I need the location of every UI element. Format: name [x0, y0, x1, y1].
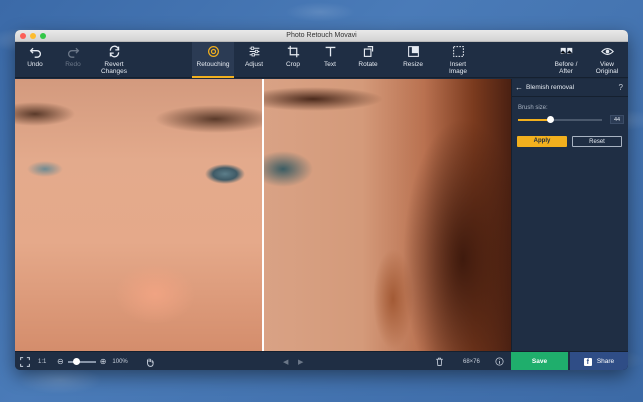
delete-button[interactable] — [435, 352, 444, 370]
brush-size-label: Brush size: — [518, 105, 548, 111]
before-after-button[interactable]: Before / After — [548, 42, 584, 78]
window-title: Photo Retouch Movavi — [286, 32, 357, 39]
redo-button[interactable]: Redo — [59, 42, 87, 78]
panel-buttons: Apply Reset — [517, 136, 628, 147]
zoom-window-button[interactable] — [40, 33, 46, 39]
tab-crop[interactable]: Crop — [278, 42, 308, 78]
revert-icon — [109, 45, 119, 58]
back-arrow-icon[interactable]: ← — [512, 83, 526, 92]
brush-size-slider[interactable] — [518, 115, 602, 123]
view-original-button[interactable]: View Original — [590, 42, 624, 78]
trash-icon — [436, 357, 443, 366]
hand-icon — [147, 358, 154, 367]
brush-size-handle[interactable] — [546, 115, 554, 123]
minimize-window-button[interactable] — [30, 33, 36, 39]
app-window: Photo Retouch Movavi Undo Redo Revert Ch… — [15, 30, 628, 370]
undo-icon — [29, 47, 41, 58]
crop-icon — [287, 45, 299, 58]
zoom-control: ⊖ ⊕ 100% — [57, 352, 128, 370]
before-after-label: Before / After — [554, 61, 578, 75]
revert-changes-button[interactable]: Revert Changes — [94, 42, 134, 78]
retouching-label: Retouching — [196, 61, 230, 68]
photo-after-half — [15, 79, 263, 351]
reset-button[interactable]: Reset — [572, 136, 622, 147]
text-icon — [325, 46, 335, 57]
title-bar: Photo Retouch Movavi — [15, 30, 628, 42]
rotate-icon — [363, 46, 373, 57]
hand-tool-button[interactable] — [145, 352, 155, 370]
tab-text[interactable]: Text — [315, 42, 345, 78]
undo-label: Undo — [27, 61, 43, 68]
fit-to-screen-button[interactable] — [20, 352, 30, 370]
status-bar: 1:1 ⊖ ⊕ 100% ◀ ▶ 68×76 Save f Share — [15, 351, 628, 370]
sliders-icon — [249, 46, 259, 57]
zoom-in-icon[interactable]: ⊕ — [100, 357, 107, 366]
facebook-icon: f — [583, 357, 592, 366]
zoom-handle[interactable] — [73, 357, 81, 365]
toolbar: Undo Redo Revert Changes Retouching Adju… — [15, 42, 628, 78]
crop-label: Crop — [285, 61, 301, 68]
close-window-button[interactable] — [20, 33, 26, 39]
panel-title: Blemish removal — [526, 84, 575, 91]
before-after-divider[interactable] — [262, 79, 264, 351]
photo-before-half — [263, 79, 511, 351]
text-label: Text — [324, 61, 336, 68]
adjust-label: Adjust — [244, 61, 264, 68]
brush-size-fill — [518, 118, 550, 121]
photo-canvas[interactable] — [15, 79, 511, 351]
eye-icon — [600, 48, 614, 55]
apply-button[interactable]: Apply — [517, 136, 567, 147]
save-button[interactable]: Save — [511, 352, 568, 370]
tab-rotate[interactable]: Rotate — [353, 42, 383, 78]
arrow-right-icon: ▶ — [298, 358, 304, 366]
brush-size-control: 44 — [518, 115, 628, 124]
info-button[interactable] — [495, 352, 504, 370]
image-dimensions: 68×76 — [463, 358, 480, 365]
redo-label: Redo — [65, 61, 81, 68]
retouching-icon — [207, 46, 219, 57]
rotate-label: Rotate — [358, 61, 378, 68]
share-label: Share — [596, 358, 615, 365]
next-image-button[interactable]: ▶ — [298, 352, 303, 370]
insert-image-button[interactable]: Insert Image — [440, 42, 476, 78]
zoom-slider[interactable] — [67, 357, 96, 365]
tab-resize[interactable]: Resize — [397, 42, 429, 78]
before-after-icon — [559, 47, 573, 54]
insert-image-label: Insert Image — [448, 61, 468, 75]
fullscreen-icon — [20, 356, 30, 367]
tab-retouching[interactable]: Retouching — [192, 42, 234, 78]
zoom-level: 100% — [112, 358, 128, 365]
zoom-out-icon[interactable]: ⊖ — [57, 357, 64, 366]
share-button[interactable]: f Share — [570, 352, 628, 370]
arrow-left-icon: ◀ — [283, 358, 289, 366]
actual-size-button[interactable]: 1:1 — [38, 352, 46, 370]
resize-label: Resize — [403, 61, 423, 68]
info-icon — [495, 357, 504, 366]
revert-label: Revert Changes — [100, 61, 128, 75]
window-controls — [20, 33, 46, 39]
view-original-label: View Original — [595, 61, 619, 75]
insert-image-icon — [452, 46, 464, 57]
resize-icon — [407, 46, 419, 57]
blemish-removal-panel: ← Blemish removal ? Brush size: 44 Apply… — [511, 79, 628, 351]
previous-image-button[interactable]: ◀ — [283, 352, 288, 370]
help-icon[interactable]: ? — [619, 83, 623, 92]
undo-button[interactable]: Undo — [21, 42, 49, 78]
tab-adjust[interactable]: Adjust — [239, 42, 269, 78]
brush-size-input[interactable]: 44 — [610, 115, 624, 124]
redo-icon — [67, 47, 79, 58]
panel-header: ← Blemish removal ? — [512, 79, 628, 97]
